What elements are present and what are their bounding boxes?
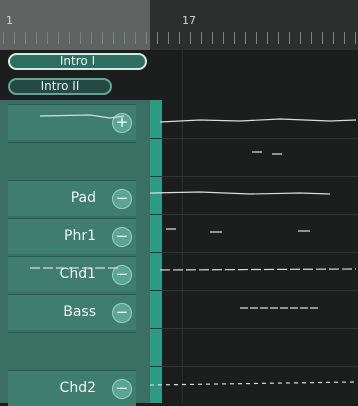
note-phrase [149,381,357,386]
note-phrase [30,267,357,271]
note-phrase [252,151,282,155]
note-phrase [149,191,331,195]
note-phrase [159,118,357,123]
note-phrase [39,114,125,119]
note-lanes [30,114,357,386]
note-phrase [166,228,310,233]
